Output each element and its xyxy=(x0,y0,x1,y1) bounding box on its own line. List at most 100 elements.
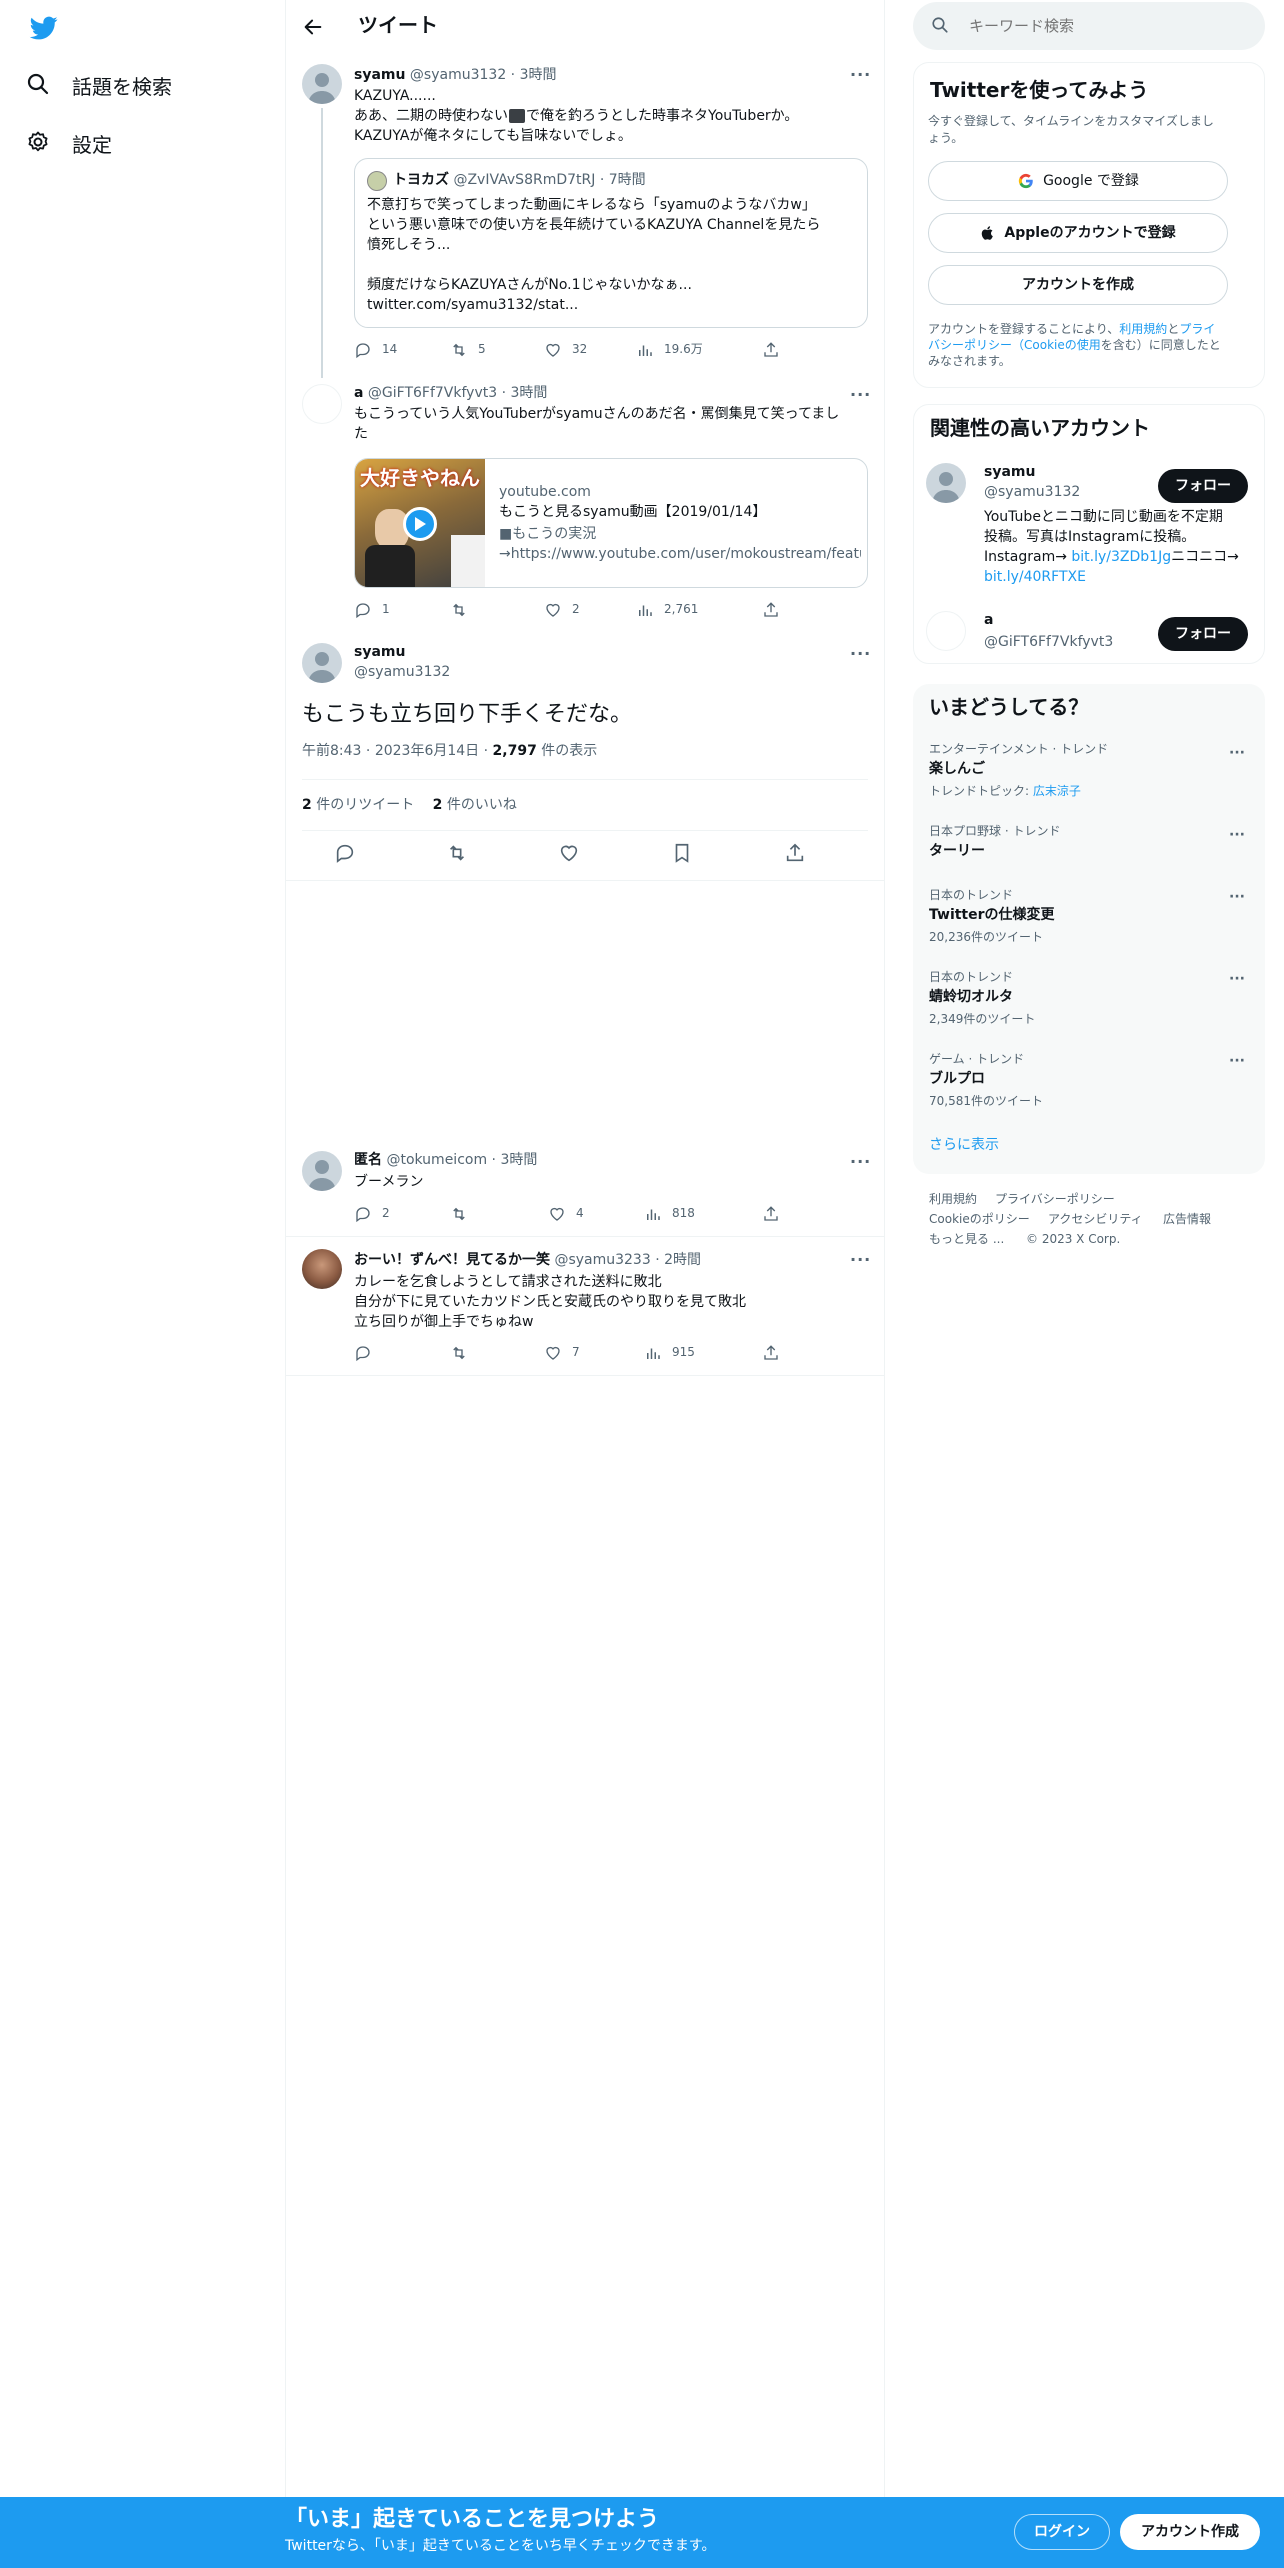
retweet-stat[interactable]: 2 件のリツイート xyxy=(302,797,414,813)
more-icon[interactable]: ··· xyxy=(850,384,871,405)
terms-text: を含む）に同意したと xyxy=(1100,338,1221,352)
nav-explore[interactable]: 話題を検索 xyxy=(26,72,172,103)
views-button[interactable]: 19.6万 xyxy=(636,341,703,359)
terms-link[interactable]: 利用規約 xyxy=(1119,322,1167,336)
avatar[interactable] xyxy=(302,1151,342,1191)
avatar[interactable] xyxy=(926,463,966,503)
like-button[interactable]: 4 xyxy=(548,1205,584,1223)
author-handle[interactable]: @tokumeicom xyxy=(386,1152,487,1168)
tweet-time[interactable]: 3時間 xyxy=(520,67,557,83)
create-account-button[interactable]: アカウントを作成 xyxy=(928,265,1228,305)
views-button[interactable]: 2,761 xyxy=(636,601,698,619)
author-handle[interactable]: @GiFT6Ff7Vkfyvt3 xyxy=(368,385,497,401)
account-handle[interactable]: @syamu3132 xyxy=(984,483,1080,502)
author-name[interactable]: 匿名 xyxy=(354,1152,382,1168)
heart-icon[interactable] xyxy=(558,842,580,870)
avatar[interactable] xyxy=(926,611,966,651)
tweet-date[interactable]: 2023年6月14日 xyxy=(375,743,479,759)
play-icon[interactable] xyxy=(403,507,437,541)
share-button[interactable] xyxy=(762,1205,780,1223)
share-button[interactable] xyxy=(762,341,780,359)
more-icon[interactable]: ··· xyxy=(850,1151,871,1172)
twitter-logo-icon[interactable] xyxy=(28,14,60,48)
views-button[interactable]: 915 xyxy=(644,1344,695,1362)
login-button[interactable]: ログイン xyxy=(1014,2514,1110,2550)
account-name[interactable]: syamu xyxy=(984,463,1035,482)
show-more-link[interactable]: さらに表示 xyxy=(929,1136,999,1155)
author-name[interactable]: syamu xyxy=(354,643,405,662)
share-icon[interactable] xyxy=(784,842,806,870)
account-name[interactable]: a xyxy=(984,611,993,630)
views-button[interactable]: 818 xyxy=(644,1205,695,1223)
bio-link[interactable]: bit.ly/40RFTXE xyxy=(984,567,1254,587)
more-icon[interactable]: ··· xyxy=(850,1249,871,1270)
avatar[interactable] xyxy=(302,64,342,104)
more-icon[interactable]: ··· xyxy=(1229,826,1245,845)
share-button[interactable] xyxy=(762,1344,780,1362)
reply-icon xyxy=(356,1346,370,1362)
like-button[interactable]: 7 xyxy=(544,1344,580,1362)
author-handle[interactable]: @syamu3132 xyxy=(354,663,450,682)
retweet-button[interactable] xyxy=(450,1205,468,1223)
tweet-line-pre: ああ、二期の時使わない xyxy=(354,108,508,124)
reply-button[interactable]: 14 xyxy=(354,341,397,359)
bookmark-icon[interactable] xyxy=(671,842,693,870)
search-input[interactable] xyxy=(969,14,1249,38)
more-icon[interactable]: ··· xyxy=(1229,888,1245,907)
avatar[interactable] xyxy=(302,643,342,683)
author-handle[interactable]: @syamu3233 xyxy=(554,1252,650,1268)
footer-link[interactable]: Cookieのポリシー xyxy=(929,1212,1030,1228)
like-stat[interactable]: 2 件のいいね xyxy=(433,797,517,813)
tweet-time[interactable]: 3時間 xyxy=(500,1152,537,1168)
more-icon[interactable]: ··· xyxy=(1229,744,1245,763)
privacy-link[interactable]: バシーポリシー（Cookieの使用 xyxy=(928,338,1101,352)
follow-button[interactable]: フォロー xyxy=(1158,617,1248,651)
footer-link[interactable]: アクセシビリティ xyxy=(1048,1212,1143,1228)
retweet-stat-label: 件のリツイート xyxy=(316,797,415,813)
nav-settings[interactable]: 設定 xyxy=(26,130,112,161)
footer-link[interactable]: プライバシーポリシー xyxy=(995,1192,1115,1208)
account-handle[interactable]: @GiFT6Ff7Vkfyvt3 xyxy=(984,633,1113,652)
signup-button[interactable]: アカウント作成 xyxy=(1120,2514,1260,2550)
retweet-button[interactable] xyxy=(450,601,468,619)
privacy-link[interactable]: プライ xyxy=(1179,322,1215,336)
quote-link[interactable]: twitter.com/syamu3132/stat... xyxy=(367,295,857,315)
link-card[interactable]: 大好きやねん youtube.com もこうと見るsyamu動画【2019/01… xyxy=(354,458,868,588)
tweet-time[interactable]: 2時間 xyxy=(664,1252,701,1268)
avatar[interactable] xyxy=(302,1249,342,1289)
follow-button[interactable]: フォロー xyxy=(1158,469,1248,503)
apple-signup-button[interactable]: Appleのアカウントで登録 xyxy=(928,213,1228,253)
more-icon[interactable]: ··· xyxy=(850,64,871,85)
more-icon[interactable]: ··· xyxy=(850,643,871,664)
reply-button[interactable] xyxy=(354,1344,372,1362)
back-arrow-icon[interactable] xyxy=(302,16,324,44)
author-handle[interactable]: @syamu3132 xyxy=(410,67,506,83)
author-name[interactable]: a xyxy=(354,385,363,401)
more-icon[interactable]: ··· xyxy=(1229,1052,1245,1071)
retweet-button[interactable]: 5 xyxy=(450,341,486,359)
footer-link[interactable]: もっと見る ... xyxy=(929,1232,1004,1248)
tweet-time[interactable]: 3時間 xyxy=(511,385,548,401)
retweet-icon[interactable] xyxy=(446,842,468,870)
footer-link[interactable]: 利用規約 xyxy=(929,1192,977,1208)
quote-tweet[interactable]: トヨカズ @ZvIVAvS8RmD7tRJ · 7時間 不意打ちで笑ってしまった… xyxy=(354,158,868,328)
retweet-button[interactable] xyxy=(450,1344,468,1362)
share-button[interactable] xyxy=(762,601,780,619)
google-signup-button[interactable]: Google で登録 xyxy=(928,161,1228,201)
bio-link[interactable]: bit.ly/3ZDb1Jg xyxy=(1071,549,1171,565)
reply-icon[interactable] xyxy=(334,842,356,870)
author-name[interactable]: syamu xyxy=(354,67,405,83)
tweet-time[interactable]: 午前8:43 xyxy=(302,743,361,759)
reply-button[interactable]: 2 xyxy=(354,1205,390,1223)
like-button[interactable]: 2 xyxy=(544,601,580,619)
avatar[interactable] xyxy=(302,384,342,424)
footer-link[interactable]: 広告情報 xyxy=(1163,1212,1211,1228)
author-name[interactable]: おーい！ずんべ！見てるか一笑 xyxy=(354,1252,550,1268)
terms-text: みなされます。 xyxy=(928,354,1011,368)
apple-icon xyxy=(982,226,994,240)
more-icon[interactable]: ··· xyxy=(1229,970,1245,989)
like-button[interactable]: 32 xyxy=(544,341,587,359)
trend-topic-link[interactable]: 広末涼子 xyxy=(1033,784,1081,798)
reply-button[interactable]: 1 xyxy=(354,601,390,619)
search-bar[interactable] xyxy=(913,2,1265,50)
